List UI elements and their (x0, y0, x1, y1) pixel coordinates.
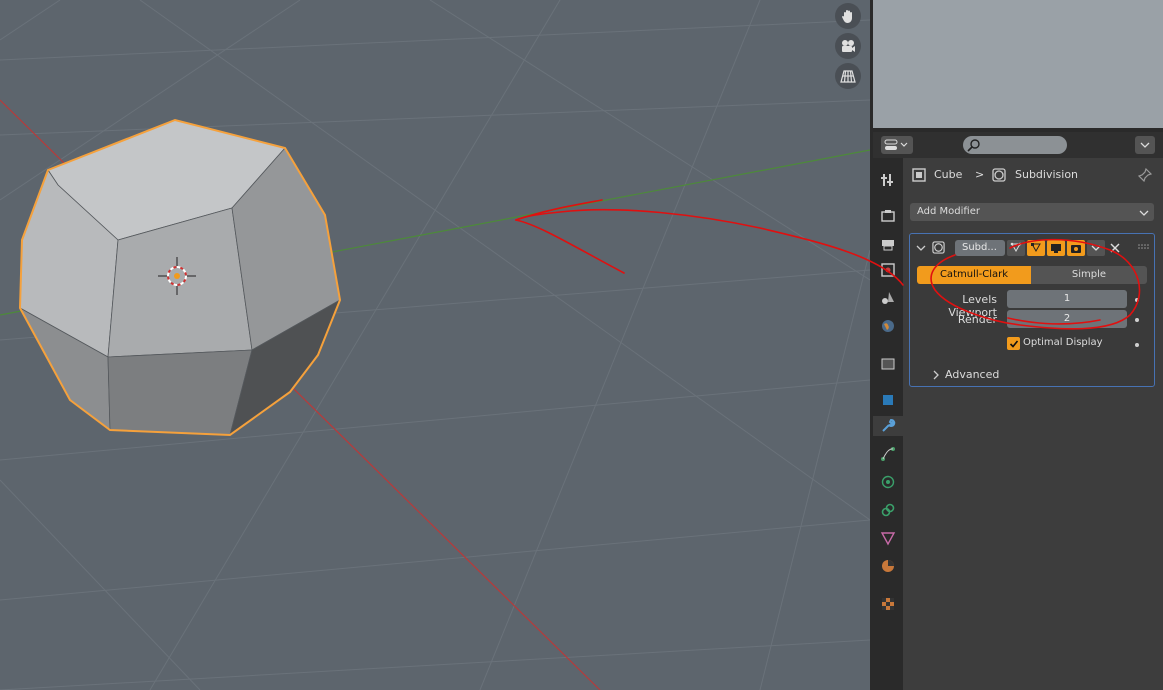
subdivision-icon (992, 168, 1006, 182)
subdivision-icon (932, 241, 945, 254)
properties-header (873, 132, 1163, 158)
edit-mode-icon[interactable] (1027, 240, 1045, 256)
chevron-down-icon (1139, 210, 1149, 216)
render-icon[interactable] (878, 206, 898, 226)
scene-icon[interactable] (878, 288, 898, 308)
world-icon[interactable] (878, 316, 898, 336)
subdivision-type-toggle: Catmull-Clark Simple (917, 266, 1147, 284)
pin-icon[interactable] (1138, 168, 1152, 182)
tool-icon[interactable] (878, 170, 898, 190)
constraints-icon[interactable] (878, 500, 898, 520)
texture-icon[interactable] (878, 594, 898, 614)
search-icon (967, 139, 980, 152)
options-dropdown-button[interactable] (1135, 136, 1155, 154)
add-modifier-dropdown[interactable]: Add Modifier (910, 203, 1154, 221)
data-icon[interactable] (878, 528, 898, 548)
3d-viewport[interactable] (0, 0, 870, 690)
properties-content: Cube > Subdivision Add Modifier Subd... … (903, 158, 1163, 690)
keyframe-dot[interactable] (1135, 298, 1139, 302)
collapse-chevron-icon[interactable] (916, 244, 926, 252)
levels-viewport-field[interactable]: 1 (1007, 290, 1127, 308)
optimal-display-checkbox[interactable] (1007, 337, 1020, 350)
properties-editor-icon (884, 139, 908, 150)
on-cage-icon[interactable] (1007, 240, 1025, 256)
modifier-menu-chevron-icon[interactable] (1087, 240, 1105, 256)
material-icon[interactable] (878, 556, 898, 576)
keyframe-dot[interactable] (1135, 318, 1139, 322)
object-icon[interactable] (878, 390, 898, 410)
render-label: Render (957, 313, 997, 326)
cube-object (18, 118, 342, 437)
editor-type-button[interactable] (881, 136, 913, 154)
subdivision-modifier-panel: Subd... Catmull-Clark Simple Levels View… (909, 233, 1155, 387)
close-icon[interactable] (1110, 243, 1120, 253)
viewport-display-icon[interactable] (1047, 240, 1065, 256)
modifier-name-field[interactable]: Subd... (955, 240, 1005, 256)
catmull-clark-option[interactable]: Catmull-Clark (917, 266, 1031, 284)
checkmark-icon (1009, 339, 1018, 348)
hand-pan-icon[interactable] (835, 3, 861, 29)
output-icon[interactable] (878, 234, 898, 254)
modifier-icon[interactable] (873, 416, 903, 436)
breadcrumb-separator: > (975, 168, 985, 181)
properties-tab-bar (873, 158, 903, 690)
mesh-object-icon (912, 168, 926, 182)
keyframe-dot[interactable] (1135, 343, 1139, 347)
simple-option[interactable]: Simple (1031, 266, 1147, 284)
physics-icon[interactable] (878, 472, 898, 492)
chevron-right-icon (933, 370, 939, 380)
grid-ortho-icon[interactable] (835, 63, 861, 89)
search-input[interactable] (963, 136, 1067, 154)
render-camera-icon[interactable] (1067, 240, 1085, 256)
viewport-scene (0, 0, 870, 690)
outliner-panel[interactable] (873, 0, 1163, 132)
breadcrumb-object: Cube (934, 168, 963, 181)
particles-icon[interactable] (878, 444, 898, 464)
optimal-display-label: Optimal Display (1023, 337, 1103, 348)
breadcrumb-modifier: Subdivision (1015, 168, 1079, 181)
render-levels-field[interactable]: 2 (1007, 310, 1127, 328)
drag-handle-icon[interactable] (1138, 244, 1150, 250)
camera-icon[interactable] (835, 33, 861, 59)
view-layer-icon[interactable] (878, 260, 898, 280)
chevron-down-icon (1140, 142, 1150, 148)
collection-icon[interactable] (878, 354, 898, 374)
